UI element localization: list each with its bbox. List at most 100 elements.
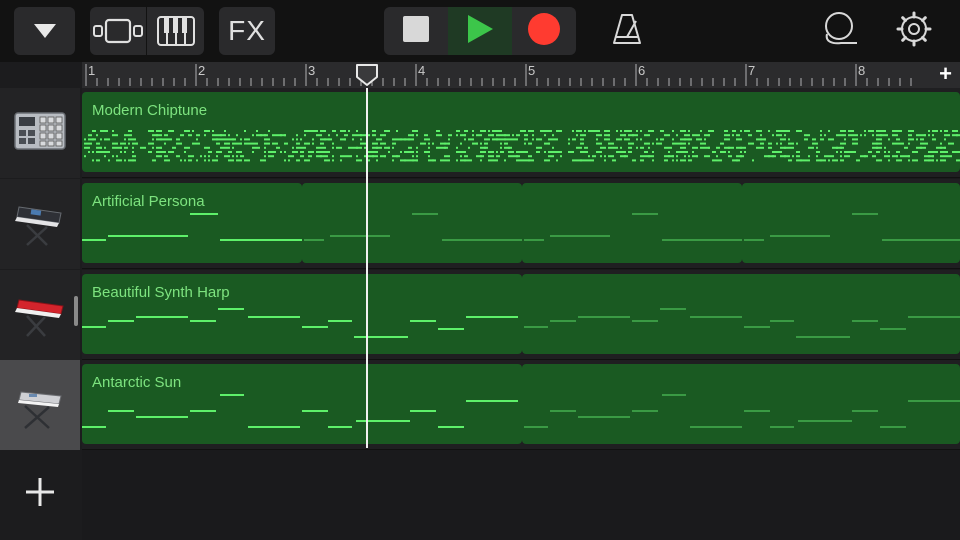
midi-note xyxy=(880,328,906,330)
midi-note xyxy=(800,130,802,132)
bar-number: 1 xyxy=(88,63,96,78)
region-antarctic-sun[interactable]: Antarctic Sun xyxy=(82,364,522,444)
midi-note xyxy=(844,155,850,158)
track-header-beautiful-synth-harp[interactable] xyxy=(0,270,80,360)
add-section-button[interactable]: + xyxy=(939,62,952,86)
menu-button[interactable] xyxy=(14,7,75,55)
add-track-button[interactable] xyxy=(0,448,80,540)
tracks-view-button[interactable] xyxy=(90,7,146,55)
midi-note xyxy=(952,151,956,153)
track-header-modern-chiptune[interactable] xyxy=(0,88,80,178)
instrument-view-button[interactable] xyxy=(147,7,204,55)
midi-note xyxy=(356,159,362,162)
region-modern-chiptune[interactable]: Modern Chiptune xyxy=(82,92,960,172)
loop-browser-button[interactable] xyxy=(818,10,860,52)
playhead-line[interactable] xyxy=(366,88,368,448)
midi-note xyxy=(190,213,218,215)
midi-note xyxy=(944,155,948,158)
playhead-handle[interactable] xyxy=(355,63,379,87)
midi-note xyxy=(464,159,468,162)
metronome-button[interactable] xyxy=(606,10,648,52)
midi-note xyxy=(900,155,904,158)
midi-note xyxy=(328,426,352,428)
midi-note xyxy=(188,159,192,162)
midi-note xyxy=(344,155,348,158)
midi-note xyxy=(704,155,710,158)
midi-note xyxy=(504,138,508,141)
midi-note xyxy=(544,130,548,132)
timeline-ruler[interactable]: 1 2 3 4 5 6 7 8 + xyxy=(82,62,960,88)
region-artificial-persona-loop[interactable] xyxy=(742,183,960,263)
midi-note xyxy=(240,142,242,145)
midi-note xyxy=(212,134,216,137)
midi-note xyxy=(428,146,430,149)
midi-note xyxy=(224,146,230,149)
midi-note xyxy=(276,146,280,149)
midi-note xyxy=(572,130,574,132)
midi-note xyxy=(596,138,598,141)
midi-note xyxy=(724,130,728,132)
region-beautiful-synth-harp-loop[interactable] xyxy=(522,274,960,354)
midi-note xyxy=(212,159,218,162)
midi-note xyxy=(852,320,878,322)
midi-note xyxy=(444,159,450,162)
midi-note xyxy=(280,151,282,153)
track-lane: Artificial Persona xyxy=(82,179,960,269)
midi-note xyxy=(172,146,176,149)
midi-note xyxy=(164,155,168,158)
midi-note xyxy=(508,146,512,149)
midi-note xyxy=(468,159,472,162)
midi-note xyxy=(216,155,218,158)
midi-note xyxy=(848,130,854,132)
region-notes xyxy=(744,213,960,241)
midi-note xyxy=(168,138,172,141)
midi-note xyxy=(684,146,686,149)
midi-note xyxy=(896,138,900,141)
fx-button[interactable]: FX xyxy=(219,7,275,55)
midi-note xyxy=(372,130,376,132)
settings-button[interactable] xyxy=(893,10,935,52)
midi-note xyxy=(856,142,858,145)
region-beautiful-synth-harp[interactable]: Beautiful Synth Harp xyxy=(82,274,522,354)
midi-note xyxy=(896,155,898,158)
midi-note xyxy=(304,159,310,162)
region-artificial-persona-loop[interactable] xyxy=(302,183,522,263)
track-header-antarctic-sun[interactable] xyxy=(0,360,80,450)
midi-note xyxy=(252,146,256,149)
midi-note xyxy=(208,151,212,153)
midi-note xyxy=(160,151,166,153)
scroll-indicator[interactable] xyxy=(74,296,78,326)
midi-note xyxy=(728,151,730,153)
stop-button[interactable] xyxy=(384,7,448,55)
track-header-artificial-persona[interactable] xyxy=(0,179,80,269)
midi-note xyxy=(948,155,952,158)
midi-note xyxy=(796,130,800,132)
midi-note xyxy=(868,130,874,132)
midi-note xyxy=(740,146,746,149)
midi-note xyxy=(596,130,600,132)
region-artificial-persona[interactable]: Artificial Persona xyxy=(82,183,302,263)
region-title: Artificial Persona xyxy=(92,193,205,210)
midi-note xyxy=(844,151,848,153)
midi-note xyxy=(476,142,478,145)
midi-note xyxy=(612,146,618,149)
midi-note xyxy=(584,130,586,132)
region-antarctic-sun-loop[interactable] xyxy=(522,364,960,444)
region-artificial-persona-loop[interactable] xyxy=(522,183,742,263)
record-button[interactable] xyxy=(512,7,576,55)
midi-note xyxy=(488,159,492,162)
midi-note xyxy=(448,138,450,141)
bar-number: 2 xyxy=(198,63,206,78)
midi-note xyxy=(608,130,610,132)
play-button[interactable] xyxy=(448,7,512,55)
midi-note xyxy=(480,151,484,153)
midi-note xyxy=(540,138,542,141)
midi-note xyxy=(684,155,686,158)
midi-note xyxy=(936,159,938,162)
midi-note xyxy=(372,142,378,145)
midi-note xyxy=(808,155,810,158)
midi-note xyxy=(112,146,116,149)
midi-note xyxy=(624,130,628,132)
midi-note xyxy=(84,138,86,141)
midi-note xyxy=(132,155,136,158)
